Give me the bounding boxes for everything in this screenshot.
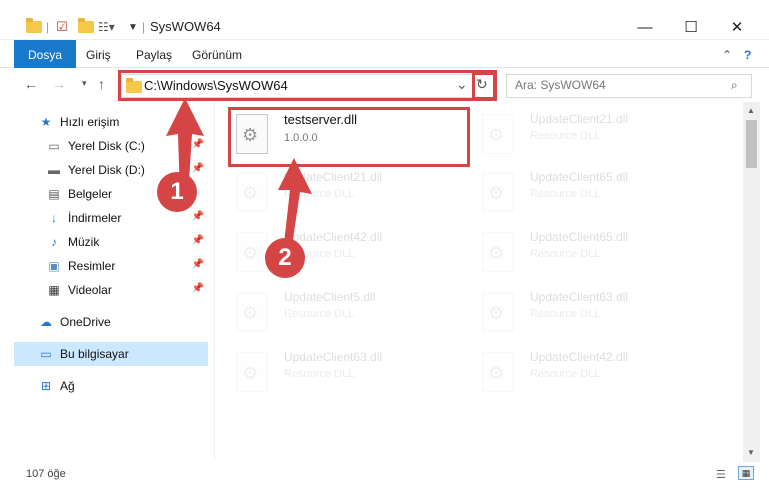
file-name: UpdateClient63.dll xyxy=(284,350,383,364)
file-name: UpdateClient65.dll xyxy=(530,230,629,244)
sidebar-item-music[interactable]: ♪ Müzik 📌 xyxy=(46,230,208,254)
scroll-down-icon[interactable]: ▼ xyxy=(747,448,755,457)
scroll-up-icon[interactable]: ▲ xyxy=(747,106,755,115)
dll-file-icon: ⚙ xyxy=(236,232,268,272)
search-placeholder: Ara: SysWOW64 xyxy=(515,78,606,92)
download-icon: ↓ xyxy=(51,211,57,225)
search-icon[interactable]: ⌕ xyxy=(731,78,738,93)
documents-icon: ▤ xyxy=(48,187,60,201)
star-icon: ★ xyxy=(40,115,52,129)
pane-divider xyxy=(214,102,215,460)
sidebar-item-label: Bu bilgisayar xyxy=(60,347,129,361)
sidebar-item-label: Yerel Disk (D:) xyxy=(68,163,145,177)
sidebar-item-label: Hızlı erişim xyxy=(60,115,120,129)
step2-badge: 2 xyxy=(265,238,305,278)
sidebar-item-videos[interactable]: ▦ Videolar 📌 xyxy=(46,278,208,302)
dll-file-icon: ⚙ xyxy=(236,292,268,332)
file-item[interactable]: ⚙ UpdateClient65.dll Resource DLL xyxy=(482,168,702,218)
vertical-scrollbar[interactable]: ▲ ▼ xyxy=(743,102,760,462)
window-title: SysWOW64 xyxy=(150,19,221,34)
dll-file-icon: ⚙ xyxy=(482,292,514,332)
file-name: UpdateClient65.dll xyxy=(530,170,629,184)
recent-locations-icon[interactable]: ▾ xyxy=(82,78,87,89)
dll-file-icon: ⚙ xyxy=(236,352,268,392)
file-description: Resource DLL xyxy=(284,308,355,320)
drive-icon: ▭ xyxy=(48,139,60,153)
step1-badge: 1 xyxy=(157,172,197,212)
minimize-button[interactable]: — xyxy=(622,14,668,40)
maximize-button[interactable]: ☐ xyxy=(668,14,714,40)
status-bar xyxy=(0,462,769,498)
properties-icon[interactable]: ☑ xyxy=(56,18,68,36)
file-description: Resource DLL xyxy=(530,248,601,260)
file-description: Resource DLL xyxy=(530,368,601,380)
dll-file-icon: ⚙ xyxy=(482,232,514,272)
file-name: UpdateClient63.dll xyxy=(530,290,629,304)
sidebar-item-label: Ağ xyxy=(60,379,75,393)
sidebar-item-label: Müzik xyxy=(68,235,100,249)
file-description: Resource DLL xyxy=(284,368,355,380)
folder-icon xyxy=(26,18,42,36)
back-icon[interactable]: ← xyxy=(24,76,38,92)
music-icon: ♪ xyxy=(51,235,57,249)
dll-file-icon: ⚙ xyxy=(482,172,514,212)
file-description: Resource DLL xyxy=(530,308,601,320)
item-count: 107 öğe xyxy=(26,468,66,480)
pin-icon[interactable]: 📌 xyxy=(192,211,204,222)
computer-icon: ▭ xyxy=(40,347,52,361)
tab-share[interactable]: Paylaş xyxy=(126,40,182,68)
sidebar-item-pictures[interactable]: ▣ Resimler 📌 xyxy=(46,254,208,278)
up-icon[interactable]: ↑ xyxy=(98,76,105,92)
sidebar-item-label: Belgeler xyxy=(68,187,113,201)
sidebar-item-this-pc[interactable]: ▭ Bu bilgisayar xyxy=(14,342,208,366)
tab-file[interactable]: Dosya xyxy=(14,40,77,68)
file-item[interactable]: ⚙ UpdateClient5.dll Resource DLL xyxy=(236,288,456,338)
file-item[interactable]: ⚙ UpdateClient21.dll Resource DLL xyxy=(482,110,702,160)
title-bar: | ☑ ☷▾ ▼ | SysWOW64 — ☐ ✕ xyxy=(0,0,769,40)
details-view-icon[interactable]: ☰ xyxy=(716,468,726,481)
ribbon: Dosya Giriş Paylaş Görünüm ⌃ ? xyxy=(0,40,769,68)
refresh-highlight-box xyxy=(472,72,496,100)
customize-quick-access-icon[interactable]: ☷▾ xyxy=(98,18,115,36)
file-highlight-box xyxy=(228,107,470,167)
file-item[interactable]: ⚙ UpdateClient42.dll Resource DLL xyxy=(482,348,702,398)
dll-file-icon: ⚙ xyxy=(482,114,514,154)
video-icon: ▦ xyxy=(48,283,60,297)
separator: | xyxy=(142,20,146,34)
tab-view[interactable]: Görünüm xyxy=(182,40,252,68)
pin-icon[interactable]: 📌 xyxy=(192,235,204,246)
pictures-icon: ▣ xyxy=(48,259,60,273)
file-item[interactable]: ⚙ UpdateClient63.dll Resource DLL xyxy=(482,288,702,338)
file-description: Resource DLL xyxy=(530,188,601,200)
tab-home[interactable]: Giriş xyxy=(76,40,121,68)
new-folder-icon[interactable] xyxy=(78,18,94,36)
scroll-thumb[interactable] xyxy=(746,120,757,168)
file-description: Resource DLL xyxy=(530,130,601,142)
chevron-down-icon[interactable]: ▼ xyxy=(128,18,138,36)
file-name: UpdateClient21.dll xyxy=(530,112,629,126)
network-icon: ⊞ xyxy=(40,379,52,393)
dll-file-icon: ⚙ xyxy=(236,172,268,212)
forward-icon[interactable]: → xyxy=(52,76,66,92)
sidebar-item-network[interactable]: ⊞ Ağ xyxy=(38,374,208,398)
file-item[interactable]: ⚙ UpdateClient63.dll Resource DLL xyxy=(236,348,456,398)
sidebar-item-onedrive[interactable]: ☁ OneDrive xyxy=(38,310,208,334)
dll-file-icon: ⚙ xyxy=(482,352,514,392)
sidebar-item-label: OneDrive xyxy=(60,315,111,329)
close-button[interactable]: ✕ xyxy=(714,14,760,40)
tiles-view-icon[interactable]: ▦ xyxy=(738,466,754,480)
sidebar-item-label: Yerel Disk (C:) xyxy=(68,139,145,153)
sidebar-item-label: Resimler xyxy=(68,259,116,273)
sidebar-item-label: Videolar xyxy=(68,283,112,297)
cloud-icon: ☁ xyxy=(40,315,52,329)
separator: | xyxy=(46,20,50,34)
file-name: UpdateClient42.dll xyxy=(530,350,629,364)
pin-icon[interactable]: 📌 xyxy=(192,259,204,270)
sidebar-item-label: İndirmeler xyxy=(68,211,122,225)
file-name: UpdateClient5.dll xyxy=(284,290,376,304)
file-item[interactable]: ⚙ UpdateClient65.dll Resource DLL xyxy=(482,228,702,278)
drive-icon: ▬ xyxy=(48,163,60,177)
help-icon[interactable]: ? xyxy=(734,40,761,68)
pin-icon[interactable]: 📌 xyxy=(192,283,204,294)
